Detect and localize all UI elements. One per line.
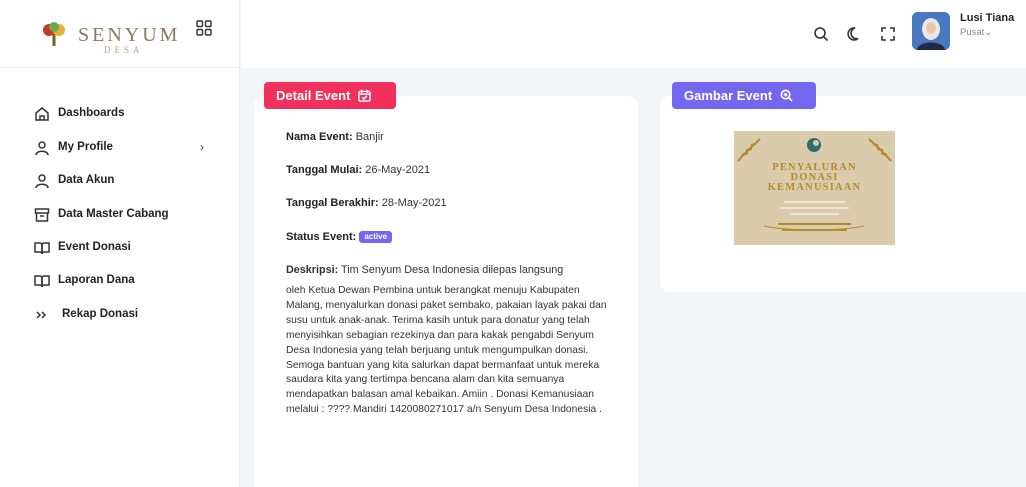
user-role-dropdown[interactable]: Pusat⌄ xyxy=(960,27,992,38)
sidebar-item-label: Dashboards xyxy=(58,107,125,119)
sidebar-item-label: Laporan Dana xyxy=(58,274,135,286)
sidebar-item-event-donasi[interactable]: Event Donasi xyxy=(0,236,240,262)
field-tanggal-berakhir: Tanggal Berakhir: 28-May-2021 xyxy=(286,197,447,209)
avatar[interactable] xyxy=(912,12,950,50)
user-name: Lusi Tiana xyxy=(960,12,1015,24)
sidebar-item-rekap-donasi[interactable]: Rekap Donasi xyxy=(0,303,240,329)
sidebar-item-label: Data Akun xyxy=(58,174,115,186)
fullscreen-icon[interactable] xyxy=(880,26,896,42)
archive-icon xyxy=(34,208,50,222)
sidebar-item-data-master-cabang[interactable]: Data Master Cabang xyxy=(0,203,240,229)
brand: SENYUM DESA xyxy=(0,0,240,68)
field-nama-event: Nama Event: Banjir xyxy=(286,131,384,143)
search-icon[interactable] xyxy=(813,26,829,42)
brand-subtitle: DESA xyxy=(104,45,144,55)
book-icon xyxy=(34,242,50,255)
field-deskripsi: Deskripsi: Tim Senyum Desa Indonesia dil… xyxy=(286,264,564,276)
detail-event-title: Detail Event xyxy=(276,88,351,103)
field-tanggal-mulai: Tanggal Mulai: 26-May-2021 xyxy=(286,164,431,176)
sidebar-item-my-profile[interactable]: My Profile › xyxy=(0,136,240,162)
user-avatar-icon xyxy=(912,12,950,50)
top-bar xyxy=(241,0,1026,68)
chevrons-right-icon xyxy=(36,311,47,319)
zoom-in-icon xyxy=(780,89,793,102)
status-badge: active xyxy=(359,231,393,243)
gambar-event-title: Gambar Event xyxy=(684,88,773,103)
calendar-check-icon xyxy=(358,89,371,102)
sidebar: SENYUM DESA Dashboards My Profile › Data… xyxy=(0,0,240,487)
user-icon xyxy=(35,174,49,189)
detail-event-header: Detail Event xyxy=(264,82,396,109)
home-icon xyxy=(35,107,49,121)
sidebar-item-data-akun[interactable]: Data Akun xyxy=(0,169,240,195)
sidebar-item-laporan-dana[interactable]: Laporan Dana xyxy=(0,269,240,295)
sidebar-item-label: My Profile xyxy=(58,141,113,153)
poster-title: PENYALURAN DONASI KEMANUSIAAN xyxy=(767,162,862,193)
field-status-event: Status Event: active xyxy=(286,231,393,243)
grid-toggle-icon[interactable] xyxy=(196,20,212,36)
brand-name: SENYUM xyxy=(78,24,181,46)
gambar-event-header: Gambar Event xyxy=(672,82,816,109)
book-icon xyxy=(34,275,50,288)
deskripsi-text: oleh Ketua Dewan Pembina untuk berangkat… xyxy=(286,285,607,416)
logo-tree-icon xyxy=(43,22,65,46)
user-icon xyxy=(35,141,49,156)
sidebar-item-label: Event Donasi xyxy=(58,241,131,253)
moon-icon[interactable] xyxy=(846,26,862,42)
sidebar-item-dashboards[interactable]: Dashboards xyxy=(0,102,240,128)
sidebar-item-label: Data Master Cabang xyxy=(58,208,169,220)
sidebar-item-label: Rekap Donasi xyxy=(62,308,139,320)
event-poster-image[interactable]: PENYALURAN DONASI KEMANUSIAAN xyxy=(734,131,895,245)
chevron-right-icon: › xyxy=(200,140,204,154)
